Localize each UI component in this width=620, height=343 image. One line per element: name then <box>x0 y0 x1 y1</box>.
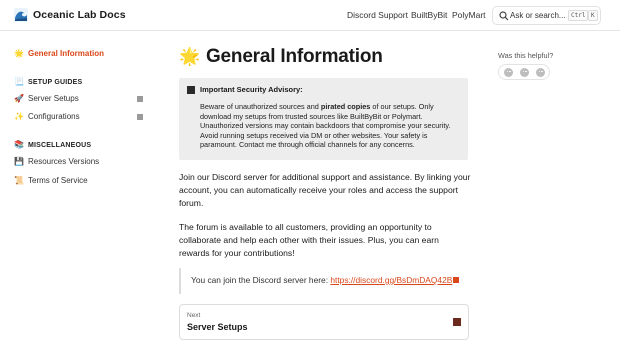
page-icon: 📃 <box>14 77 25 86</box>
discord-invite-link[interactable]: https://discord.gg/BsDmDAQ42B <box>330 275 452 285</box>
next-page-button[interactable]: Next Server Setups <box>179 304 469 340</box>
sidebar-item-label: General Information <box>28 49 105 58</box>
sidebar-item-configurations[interactable]: ✨ Configurations <box>14 112 80 126</box>
top-header: Oceanic Lab Docs Discord Support BuiltBy… <box>0 0 620 31</box>
nav-link-polymart[interactable]: PolyMart <box>452 10 486 20</box>
discord-invite-quote: You can join the Discord server here: ht… <box>179 268 469 294</box>
external-link-icon <box>453 277 460 283</box>
sidebar-item-label: Server Setups <box>28 94 79 103</box>
page-title: 🌟 General Information <box>179 46 383 68</box>
neutral-face-icon[interactable] <box>520 68 529 77</box>
paragraph-discord-support: Join our Discord server for additional s… <box>179 172 471 208</box>
rocket-icon: 🚀 <box>14 94 24 103</box>
shortcut-key-ctrl: Ctrl <box>568 10 589 21</box>
sidebar-heading-label: SETUP GUIDES <box>28 79 83 86</box>
next-page-title: Server Setups <box>187 322 248 332</box>
sad-face-icon[interactable] <box>504 68 513 77</box>
nav-link-builtbybit[interactable]: BuiltByBit <box>411 10 447 20</box>
happy-face-icon[interactable] <box>536 68 545 77</box>
feedback-question: Was this helpful? <box>498 51 554 60</box>
sidebar-item-label: Resources Versions <box>28 157 100 166</box>
scroll-icon: 📜 <box>14 176 24 185</box>
feedback-rating <box>498 64 550 80</box>
advisory-text: Beware of unauthorized sources and <box>200 102 321 111</box>
search-placeholder: Ask or search... <box>510 11 566 20</box>
security-advisory-hint: Important Security Advisory: Beware of u… <box>179 78 468 160</box>
quote-label: You can join the Discord server here: <box>191 275 331 285</box>
sidebar-heading-label: MISCELLANEOUS <box>28 142 92 149</box>
sparkles-icon: ✨ <box>14 112 24 121</box>
shortcut-key-k: K <box>588 10 598 21</box>
sidebar-heading-setup-guides: 📃 SETUP GUIDES <box>14 77 82 86</box>
nav-link-discord-support[interactable]: Discord Support <box>347 10 408 20</box>
sidebar-item-server-setups[interactable]: 🚀 Server Setups <box>14 94 79 108</box>
advisory-bold-text: pirated copies <box>320 102 371 111</box>
books-icon: 📚 <box>14 140 25 149</box>
wave-icon[interactable] <box>14 8 28 22</box>
next-label: Next <box>187 312 201 319</box>
floppy-disk-icon: 💾 <box>14 157 24 166</box>
expand-toggle-icon[interactable] <box>137 96 143 102</box>
warning-icon <box>187 86 195 94</box>
quote-text: You can join the Discord server here: ht… <box>191 275 460 285</box>
search-icon <box>499 11 509 21</box>
site-title[interactable]: Oceanic Lab Docs <box>33 9 126 21</box>
advisory-title: Important Security Advisory: <box>200 85 303 94</box>
advisory-body: Beware of unauthorized sources and pirat… <box>200 102 465 150</box>
sidebar-item-label: Terms of Service <box>28 176 88 185</box>
page-title-text: General Information <box>205 46 383 67</box>
expand-toggle-icon[interactable] <box>137 114 143 120</box>
star-icon: 🌟 <box>179 47 200 66</box>
sidebar-item-resources-versions[interactable]: 💾 Resources Versions <box>14 157 99 171</box>
sidebar-item-terms-of-service[interactable]: 📜 Terms of Service <box>14 176 88 190</box>
sidebar: 🌟 General Information 📃 SETUP GUIDES 🚀 Serv… <box>0 31 162 343</box>
star-icon: 🌟 <box>14 49 24 58</box>
search-input[interactable]: Ask or search... Ctrl K <box>492 6 601 25</box>
paragraph-forum: The forum is available to all customers,… <box>179 222 439 258</box>
chevron-right-icon <box>453 318 461 326</box>
sidebar-item-general-information[interactable]: 🌟 General Information <box>14 49 104 63</box>
sidebar-heading-miscellaneous: 📚 MISCELLANEOUS <box>14 140 91 149</box>
sidebar-item-label: Configurations <box>28 112 80 121</box>
